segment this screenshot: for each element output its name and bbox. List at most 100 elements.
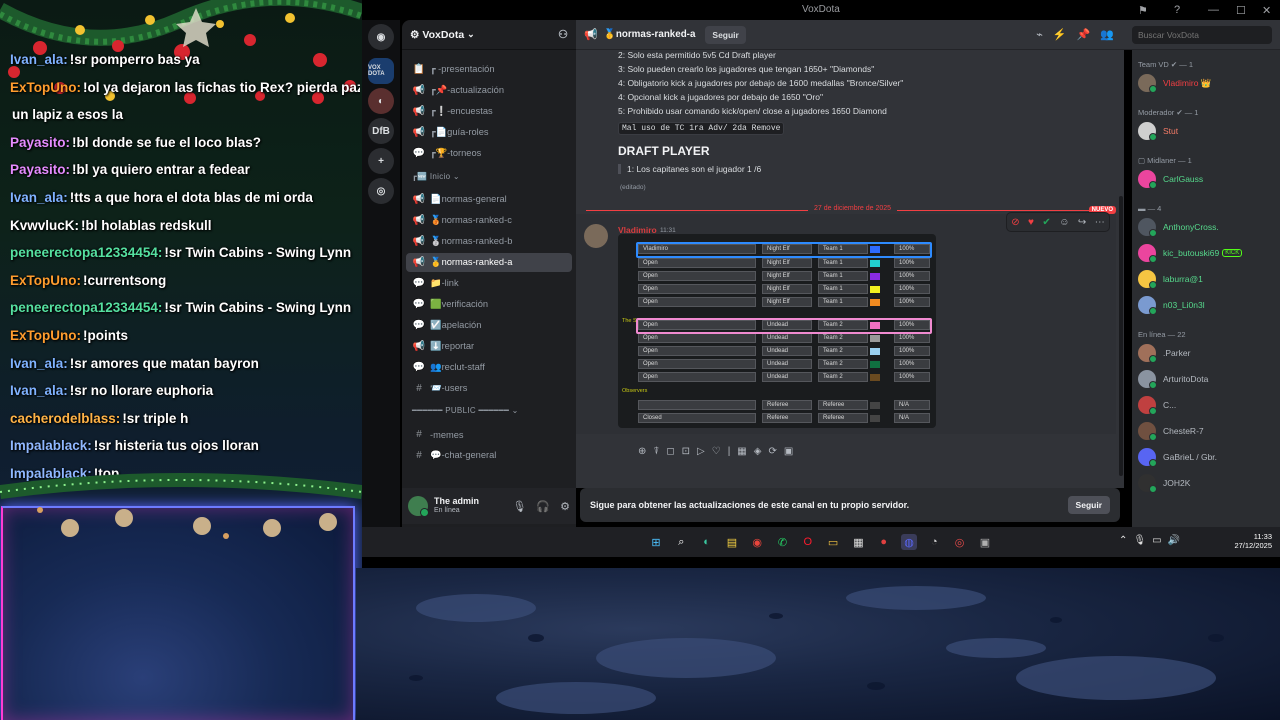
channel-item[interactable]: # 💬-chat-general xyxy=(406,446,572,465)
app-circle-icon[interactable]: ◔ xyxy=(926,534,942,550)
channel-item[interactable]: # 📨-users xyxy=(406,379,572,398)
headphones-icon[interactable]: 🎧 xyxy=(536,500,550,513)
block-icon[interactable]: ⊘ xyxy=(1011,217,1019,228)
channel-item[interactable]: 📢 🥉normas-ranked-c xyxy=(406,211,572,230)
channel-item[interactable]: 📢 🥇normas-ranked-a xyxy=(406,253,572,272)
chrome-icon[interactable]: ◉ xyxy=(749,534,765,550)
invite-icon[interactable]: ⚇ xyxy=(558,28,568,41)
close-button[interactable]: ✕ xyxy=(1262,4,1271,17)
date-divider-label: 27 de diciembre de 2025 xyxy=(808,205,898,212)
channel-item[interactable]: 📢 ⬇️reportar xyxy=(406,337,572,356)
avatar xyxy=(1138,244,1157,263)
member-item[interactable]: kic_butouski69 KICK xyxy=(1138,242,1278,264)
app-dark-icon[interactable]: ▣ xyxy=(977,534,993,550)
member-item[interactable]: ChesteR-7 xyxy=(1138,420,1278,442)
channel-item[interactable]: 📢 📄normas-general xyxy=(406,190,572,209)
minimize-button[interactable]: — xyxy=(1208,4,1219,16)
member-item[interactable]: AnthonyCross. xyxy=(1138,216,1278,238)
scrollbar[interactable] xyxy=(1119,196,1123,476)
channel-item[interactable]: 💬 👥reclut-staff xyxy=(406,358,572,377)
forward-icon[interactable]: ↪ xyxy=(1078,217,1086,228)
add-server-icon[interactable]: + xyxy=(368,148,394,174)
channel-item[interactable]: 📢 🥈normas-ranked-b xyxy=(406,232,572,251)
server-icon[interactable]: ◐ xyxy=(368,88,394,114)
channel-item[interactable]: 📢 ┏📄guía-roles xyxy=(406,123,572,142)
title-bar: VoxDota ⚑ ? — ☐ ✕ xyxy=(362,0,1280,20)
opera-icon[interactable]: O xyxy=(800,534,816,550)
app-red-icon[interactable]: ● xyxy=(876,534,892,550)
user-name: The admin xyxy=(434,496,480,507)
channel-item[interactable]: 💬 ☑️apelación xyxy=(406,316,572,335)
message-actions-bar[interactable]: ⊘ ♥ ✔ ☺ ↪ ⋯ xyxy=(1006,212,1110,232)
member-item[interactable]: Vladimiro 👑 xyxy=(1138,72,1278,94)
settings-gear-icon[interactable]: ⚙ xyxy=(560,500,570,513)
discord-icon[interactable]: ◍ xyxy=(901,534,917,550)
discord-home-icon[interactable]: ◉ xyxy=(368,24,394,50)
member-item[interactable]: ArturitoDota xyxy=(1138,368,1278,390)
dfb-server-icon[interactable]: DfB xyxy=(368,118,394,144)
member-item[interactable]: CarlGauss xyxy=(1138,168,1278,190)
edge-icon[interactable]: ◐ xyxy=(699,534,715,550)
heart-reaction-icon[interactable]: ♥ xyxy=(1028,217,1034,228)
chat-line: Payasito: !bl donde se fue el loco blas? xyxy=(10,129,360,157)
avatar xyxy=(1138,74,1157,93)
more-icon[interactable]: ⋯ xyxy=(1095,217,1105,228)
voxdota-server-icon[interactable]: VOX DOTA xyxy=(368,58,394,84)
lobby-slot-color xyxy=(870,374,880,381)
explorer-icon[interactable]: ▭ xyxy=(825,534,841,550)
avatar[interactable] xyxy=(584,224,608,248)
avatar[interactable] xyxy=(408,496,429,517)
inbox-icon[interactable]: ⚑ xyxy=(1138,4,1148,17)
follow-button[interactable]: Seguir xyxy=(705,25,746,44)
member-item[interactable]: JOH2K xyxy=(1138,472,1278,494)
channel-type-icon: 📢 xyxy=(412,85,426,96)
lobby-screenshot-attachment[interactable]: The Scourge Observers VladimiroNight Elf… xyxy=(618,234,936,428)
member-item[interactable]: n03_Li0n3l xyxy=(1138,294,1278,316)
lobby-slot-color xyxy=(870,299,880,306)
channel-category[interactable]: ━━━━━━ PUBLIC ━━━━━━ ⌄ xyxy=(412,406,519,415)
lobby-slot-race: Night Elf xyxy=(762,271,812,281)
header-tools[interactable]: ⌁⚡📌👥 xyxy=(1036,28,1124,41)
microphone-icon[interactable]: 🎙 xyxy=(512,500,526,513)
app-chrome2-icon[interactable]: ◎ xyxy=(952,534,968,550)
channel-item[interactable]: 📢 ┏📌-actualización xyxy=(406,81,572,100)
system-tray[interactable]: ⌃🎙▭🔊 xyxy=(1119,535,1186,546)
channel-item[interactable]: 💬 📁-link xyxy=(406,274,572,293)
chat-text: !bl holablas redskull xyxy=(81,217,212,233)
channel-label: -memes xyxy=(430,429,464,440)
image-toolbar[interactable]: ⊕⍒◻⊡▷♡|▦◈⟳▣ xyxy=(638,446,800,457)
chat-text: !points xyxy=(83,327,128,343)
channel-item[interactable]: # -memes xyxy=(406,425,572,444)
emoji-icon[interactable]: ☺ xyxy=(1059,217,1069,228)
observers-label: Observers xyxy=(622,388,648,394)
chat-line: Payasito: !bl ya quiero entrar a fedear xyxy=(10,156,360,184)
lobby-slot-name: Open xyxy=(638,258,756,268)
windows-start-icon[interactable]: ⊞ xyxy=(648,534,664,550)
member-item[interactable]: Stut xyxy=(1138,120,1278,142)
store-icon[interactable]: ▦ xyxy=(850,534,866,550)
member-item[interactable]: C... xyxy=(1138,394,1278,416)
member-item[interactable]: GaBrieL / Gbr. xyxy=(1138,446,1278,468)
lobby-slot-race: Undead xyxy=(762,333,812,343)
clock-date: 27/12/2025 xyxy=(1234,541,1272,550)
check-reaction-icon[interactable]: ✔ xyxy=(1042,217,1050,228)
discover-icon[interactable]: ◎ xyxy=(368,178,394,204)
clock[interactable]: 11:33 27/12/2025 xyxy=(1234,532,1272,550)
channel-item[interactable]: 📋 ┏ -presentación xyxy=(406,60,572,79)
member-item[interactable]: .Parker xyxy=(1138,342,1278,364)
channel-item[interactable]: 💬 🟩verificación xyxy=(406,295,572,314)
channel-type-icon: # xyxy=(416,450,422,461)
member-item[interactable]: laburra@1 xyxy=(1138,268,1278,290)
whatsapp-icon[interactable]: ✆ xyxy=(775,534,791,550)
maximize-button[interactable]: ☐ xyxy=(1236,4,1246,17)
search-input[interactable] xyxy=(1132,26,1272,44)
channel-label: 🟩verificación xyxy=(430,299,489,309)
channel-item[interactable]: 💬 ┏🏆-torneos xyxy=(406,144,572,163)
channel-category[interactable]: ┏🆕 Inicio ⌄ xyxy=(412,172,460,181)
help-icon[interactable]: ? xyxy=(1174,4,1180,16)
follow-banner-button[interactable]: Seguir xyxy=(1067,496,1110,514)
search-icon[interactable]: ⌕ xyxy=(673,534,689,550)
sticky-icon[interactable]: ▤ xyxy=(724,534,740,550)
channel-item[interactable]: 📢 ┏❕-encuestas xyxy=(406,102,572,121)
guild-header[interactable]: ⚙ VoxDota ⌄ ⚇ xyxy=(402,20,576,50)
